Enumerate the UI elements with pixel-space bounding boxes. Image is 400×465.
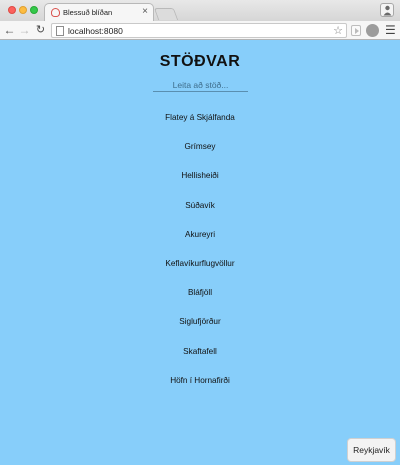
station-list-item[interactable]: Grímsey bbox=[0, 136, 400, 165]
station-link[interactable]: Skaftafell bbox=[183, 347, 217, 356]
station-link[interactable]: Höfn í Hornafirði bbox=[170, 376, 230, 385]
hamburger-menu-icon[interactable]: ☰ bbox=[385, 22, 396, 38]
browser-tab[interactable]: Blessuð blíðan × bbox=[44, 3, 154, 22]
tab-title: Blessuð blíðan bbox=[63, 8, 113, 17]
station-link[interactable]: Flatey á Skjálfanda bbox=[165, 113, 235, 122]
window-titlebar: Blessuð blíðan × bbox=[0, 0, 400, 22]
station-link[interactable]: Hellisheiði bbox=[181, 171, 218, 180]
tab-close-icon[interactable]: × bbox=[142, 6, 148, 18]
browser-toolbar: ← → ↻ localhost:8080 ☆ ☰ bbox=[0, 21, 400, 40]
station-link[interactable]: Siglufjörður bbox=[179, 317, 220, 326]
umbrella-favicon-icon bbox=[51, 8, 60, 17]
bookmark-star-icon[interactable]: ☆ bbox=[333, 24, 343, 38]
station-list-item[interactable]: Bláfjöll bbox=[0, 282, 400, 311]
station-search-input[interactable] bbox=[153, 78, 248, 92]
page-viewport: STÖÐVAR Flatey á Skjálfanda Grímsey Hellis… bbox=[0, 40, 400, 465]
station-list-item[interactable]: Keflavíkurflugvöllur bbox=[0, 253, 400, 282]
station-link[interactable]: Bláfjöll bbox=[188, 288, 212, 297]
forward-arrow-icon[interactable]: → bbox=[18, 23, 31, 37]
address-url[interactable]: localhost:8080 bbox=[68, 26, 123, 36]
station-list-item[interactable]: Hellisheiði bbox=[0, 165, 400, 194]
back-arrow-icon[interactable]: ← bbox=[3, 23, 16, 37]
address-bar[interactable]: localhost:8080 ☆ bbox=[51, 23, 347, 38]
station-list-item[interactable]: Flatey á Skjálfanda bbox=[0, 107, 400, 136]
maximize-window-button[interactable] bbox=[30, 6, 38, 14]
extension-icon[interactable] bbox=[366, 24, 379, 37]
profile-button[interactable] bbox=[380, 3, 394, 17]
station-link[interactable]: Akureyri bbox=[185, 230, 215, 239]
close-window-button[interactable] bbox=[8, 6, 16, 14]
station-list-item[interactable]: Skaftafell bbox=[0, 341, 400, 370]
new-tab-button[interactable] bbox=[153, 8, 179, 20]
station-list-item[interactable]: Siglufjörður bbox=[0, 311, 400, 340]
station-link[interactable]: Súðavík bbox=[185, 201, 215, 210]
page-title: STÖÐVAR bbox=[159, 53, 241, 70]
extension-play-icon[interactable] bbox=[351, 25, 361, 36]
page-icon bbox=[56, 26, 64, 36]
person-icon bbox=[383, 5, 392, 16]
station-list-item[interactable]: Súðavík bbox=[0, 195, 400, 224]
station-list-item[interactable]: Akureyri bbox=[0, 224, 400, 253]
station-link[interactable]: Keflavíkurflugvöllur bbox=[165, 259, 234, 268]
reykjavik-button[interactable]: Reykjavík bbox=[347, 438, 396, 462]
station-list: Flatey á Skjálfanda Grímsey Hellisheiði Súð… bbox=[0, 107, 400, 399]
reload-icon[interactable]: ↻ bbox=[34, 23, 47, 37]
station-list-item[interactable]: Höfn í Hornafirði bbox=[0, 370, 400, 399]
minimize-window-button[interactable] bbox=[19, 6, 27, 14]
station-link[interactable]: Grímsey bbox=[185, 142, 216, 151]
